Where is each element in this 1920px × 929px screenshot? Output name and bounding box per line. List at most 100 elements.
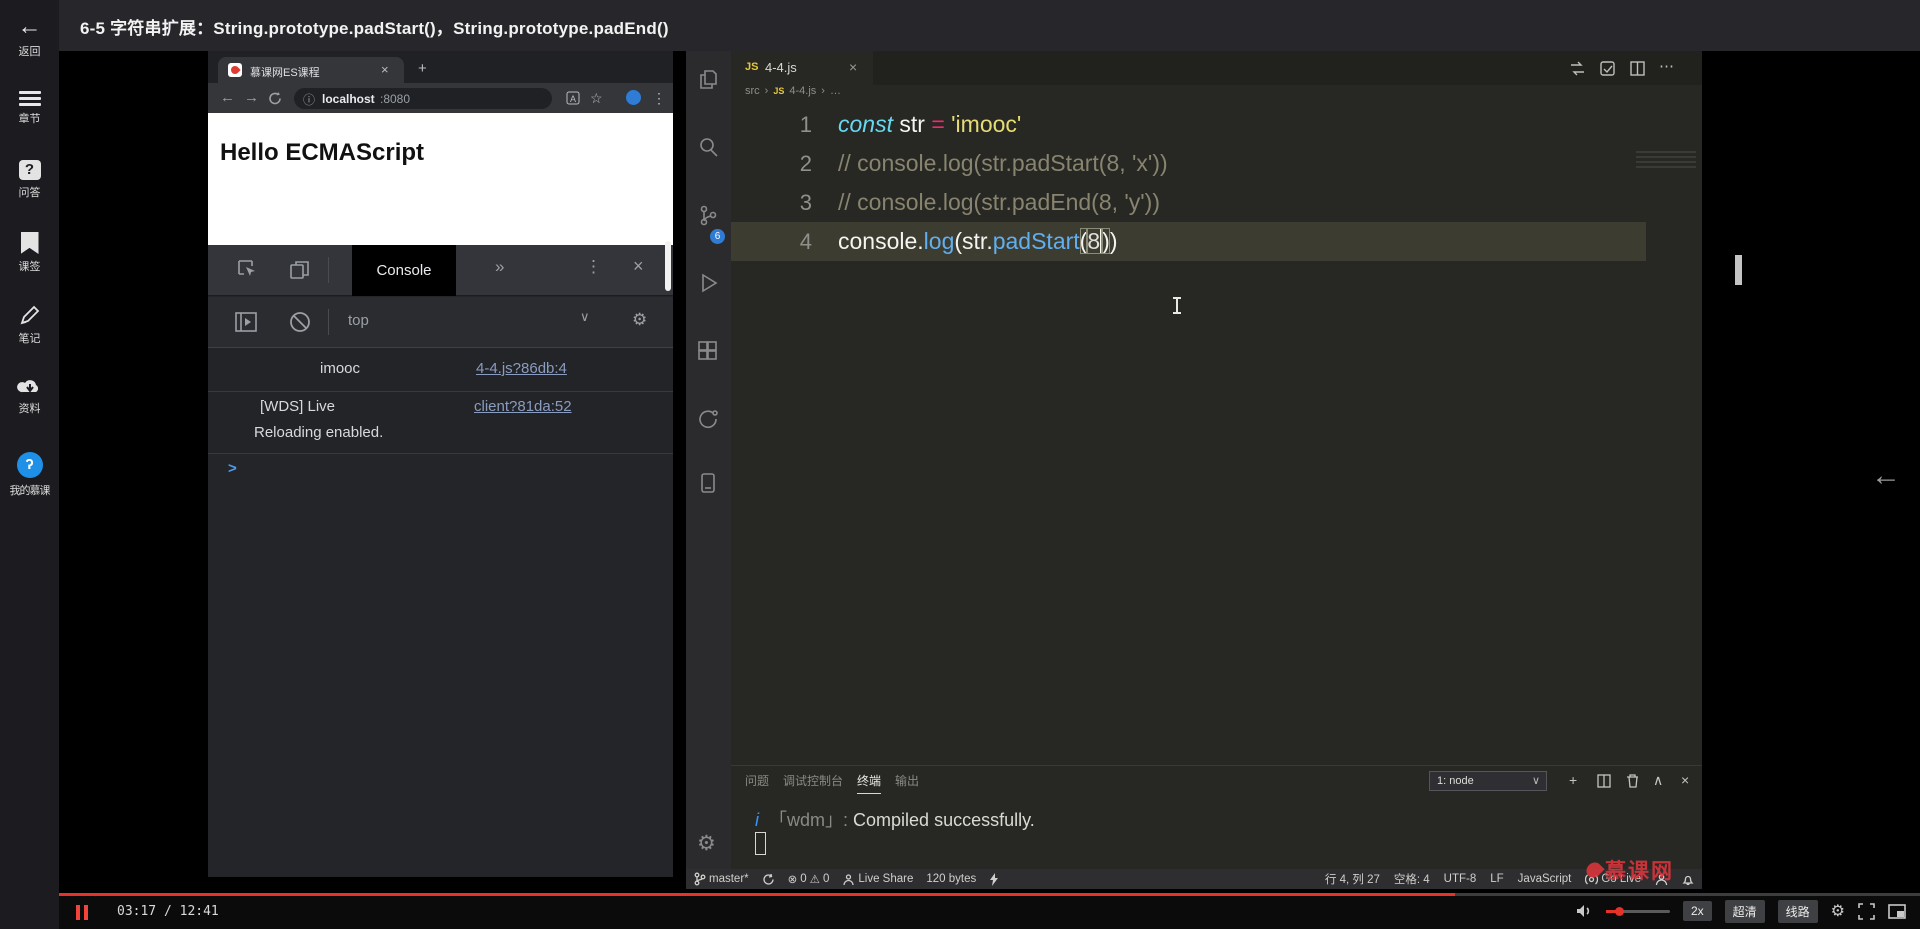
panel-tab-调试控制台[interactable]: 调试控制台 (783, 772, 843, 793)
browser-back-icon[interactable]: ← (220, 89, 235, 106)
editor-tab-close-icon[interactable]: × (849, 59, 857, 75)
editor-tab[interactable]: JS 4-4.js × (731, 51, 873, 85)
bookmark-star-icon[interactable]: ☆ (590, 90, 603, 107)
status-bar: master* ⊗ 0 ⚠ 0 Live Share 120 bytes 行 4… (686, 869, 1702, 889)
sidebar-item-notes[interactable]: 笔记 (0, 304, 59, 346)
manage-gear-icon[interactable]: ⚙ (697, 831, 716, 856)
collapse-panel-arrow-icon[interactable]: ← (1871, 459, 1901, 493)
pause-button[interactable] (76, 905, 90, 920)
theater-mode-icon[interactable] (1888, 903, 1906, 919)
indentation-item[interactable]: 空格: 4 (1394, 871, 1430, 887)
live-share-item[interactable]: Live Share (842, 873, 913, 886)
sync-item[interactable] (762, 873, 775, 886)
notifications-item[interactable] (1682, 873, 1694, 886)
clear-console-icon[interactable] (288, 310, 312, 334)
file-size-item[interactable]: 120 bytes (926, 873, 976, 885)
quality-button[interactable]: 超清 (1724, 899, 1765, 923)
problems-item[interactable]: ⊗ 0 ⚠ 0 (788, 872, 830, 886)
code-line[interactable]: 4 console.log(str.padStart(8)) (731, 222, 1646, 261)
panel-tab-问题[interactable]: 问题 (745, 772, 769, 793)
code-line[interactable]: 2 // console.log(str.padStart(8, 'x')) (731, 144, 1661, 183)
close-panel-icon[interactable]: × (1681, 772, 1689, 788)
zap-icon (990, 872, 999, 886)
code-line[interactable]: 3 // console.log(str.padEnd(8, 'y')) (731, 183, 1661, 222)
video-stage[interactable]: 慕课网ES课程 × + ← → ⓘ localhost :8080 A ☆ ⋮ (59, 51, 1920, 893)
explorer-icon[interactable] (696, 67, 721, 92)
sidebar-item-chapters[interactable]: 章节 (0, 88, 59, 126)
fullscreen-icon[interactable] (1858, 902, 1875, 920)
keybindings-icon[interactable] (1599, 60, 1616, 77)
speed-button[interactable]: 2x (1682, 901, 1712, 921)
device-toolbar-icon[interactable] (288, 258, 312, 282)
devtools-console-tab[interactable]: Console (352, 245, 456, 296)
volume-knob[interactable] (1614, 906, 1624, 916)
back-button[interactable]: ← 返回 (0, 15, 59, 59)
sidebar-item-bookmark[interactable]: 课签 (0, 232, 59, 274)
reload-icon[interactable] (268, 91, 283, 106)
devtools-close-icon[interactable]: × (633, 256, 644, 277)
browser-tab[interactable]: 慕课网ES课程 × (218, 57, 404, 83)
translate-icon[interactable]: A (566, 91, 580, 105)
sidebar-item-materials[interactable]: 资料 (0, 376, 59, 416)
context-selector[interactable]: top (348, 312, 369, 329)
breadcrumb-symbol[interactable]: … (830, 85, 841, 97)
inspect-element-icon[interactable] (236, 258, 260, 282)
log-source-link[interactable]: client?81da:52 (474, 398, 572, 415)
code-text: // console.log(str.padEnd(8, 'y')) (838, 189, 1160, 215)
breadcrumb-root[interactable]: src (745, 85, 760, 97)
split-terminal-icon[interactable] (1597, 774, 1612, 789)
sidebar-item-qa[interactable]: ? 问答 (0, 160, 59, 200)
maximize-panel-icon[interactable]: ∧ (1653, 772, 1663, 789)
editor-more-actions-icon[interactable]: ⋯ (1659, 57, 1674, 75)
player-settings-icon[interactable]: ⚙ (1831, 901, 1845, 921)
address-bar[interactable]: ⓘ localhost :8080 (294, 88, 552, 109)
progress-bar[interactable] (59, 893, 1920, 896)
source-control-icon[interactable] (696, 203, 721, 228)
console-prompt-row[interactable]: > (208, 454, 673, 490)
search-icon[interactable] (696, 135, 721, 160)
new-tab-icon[interactable]: + (418, 60, 427, 77)
sidebar-item-my-imooc[interactable]: ʔ 我的慕课 (0, 452, 59, 498)
bell-icon (1682, 875, 1694, 885)
remote-explorer-icon[interactable] (696, 471, 721, 496)
git-branch-item[interactable]: master* (694, 872, 749, 886)
browser-window: 慕课网ES课程 × + ← → ⓘ localhost :8080 A ☆ ⋮ (208, 51, 673, 877)
terminal-selector[interactable]: 1: node ∨ (1429, 771, 1547, 791)
new-terminal-icon[interactable]: + (1569, 772, 1577, 788)
code-line[interactable]: 1 const str = 'imooc' (731, 105, 1661, 144)
console-settings-icon[interactable]: ⚙ (632, 310, 647, 330)
cursor-position-item[interactable]: 行 4, 列 27 (1325, 871, 1380, 887)
volume-slider[interactable] (1605, 906, 1670, 916)
log-source-link[interactable]: 4-4.js?86db:4 (476, 360, 567, 377)
browser-forward-icon[interactable]: → (244, 89, 259, 106)
devtools-menu-icon[interactable]: ⋮ (585, 257, 602, 277)
breadcrumb-file[interactable]: 4-4.js (789, 85, 816, 97)
eol-item[interactable]: LF (1490, 873, 1503, 885)
levels-caret-icon[interactable]: ∨ (580, 309, 590, 325)
panel-tab-终端[interactable]: 终端 (857, 772, 882, 794)
kill-terminal-icon[interactable] (1625, 773, 1640, 789)
breadcrumb[interactable]: src › JS 4-4.js ›… (731, 85, 1702, 105)
language-mode-item[interactable]: JavaScript (1518, 873, 1572, 885)
site-info-icon[interactable]: ⓘ (303, 91, 315, 108)
browser-scrollbar-thumb[interactable] (665, 241, 671, 291)
code-editor[interactable]: 1 const str = 'imooc' 2 // console.log(str.… (731, 105, 1742, 765)
feedback-item[interactable] (989, 872, 999, 886)
console-sidebar-icon[interactable] (234, 310, 258, 334)
split-editor-icon[interactable] (1629, 60, 1646, 77)
toggle-changes-icon[interactable] (1569, 60, 1586, 77)
tab-close-icon[interactable]: × (381, 62, 389, 77)
editor-scrollbar-thumb[interactable] (1735, 255, 1742, 285)
encoding-item[interactable]: UTF-8 (1444, 873, 1477, 885)
extensions-icon[interactable] (696, 339, 721, 364)
line-button[interactable]: 线路 (1777, 899, 1818, 923)
panel-tab-输出[interactable]: 输出 (895, 772, 919, 793)
browser-menu-icon[interactable]: ⋮ (652, 90, 666, 107)
live-share-icon[interactable] (696, 407, 721, 432)
volume-icon[interactable] (1575, 903, 1593, 919)
log-text: [WDS] Live (260, 398, 336, 415)
text-cursor-pointer (1173, 297, 1181, 314)
more-tabs-icon[interactable]: » (495, 257, 504, 277)
run-debug-icon[interactable] (696, 271, 721, 296)
profile-avatar[interactable] (626, 90, 641, 105)
